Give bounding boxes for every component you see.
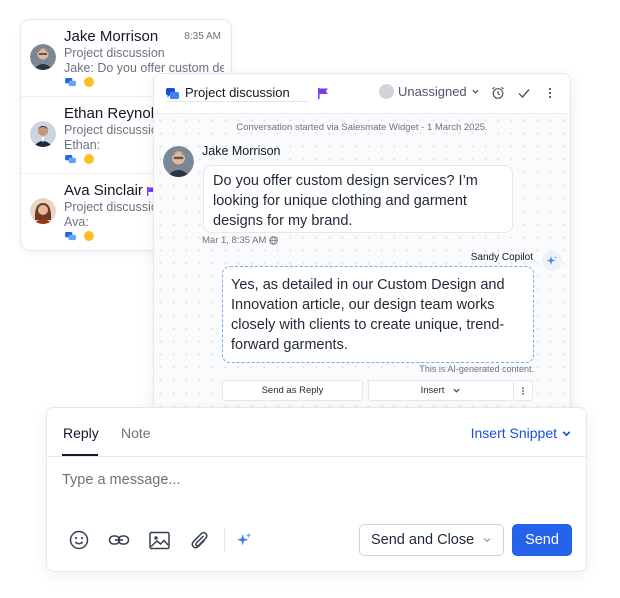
- send-as-reply-button[interactable]: Send as Reply: [222, 380, 363, 401]
- chat-icon: [166, 88, 179, 99]
- conversation-name: Ava Sinclair: [64, 182, 156, 199]
- assignee-dropdown[interactable]: Unassigned: [379, 84, 480, 99]
- title-underline: [166, 101, 309, 102]
- message-sender: Jake Morrison: [202, 144, 281, 158]
- emoji-icon: [84, 77, 94, 87]
- toolbar-divider: [224, 528, 225, 552]
- conversation-name: Jake Morrison: [64, 28, 159, 45]
- message-timestamp: Mar 1, 8:35 AM: [202, 235, 267, 246]
- chat-icon: [65, 231, 76, 240]
- incoming-message: Do you offer custom design services? I’m…: [203, 165, 513, 233]
- chevron-down-icon: [562, 430, 571, 436]
- chevron-down-icon: [472, 89, 479, 94]
- link-button[interactable]: [108, 529, 130, 551]
- avatar: [163, 146, 194, 177]
- ai-assist-button[interactable]: [233, 529, 255, 551]
- user-icon: [379, 84, 394, 99]
- send-and-close-label: Send and Close: [371, 532, 475, 548]
- ai-sparkle-icon: [542, 251, 562, 271]
- active-tab-indicator: [62, 454, 98, 456]
- ai-sparkle-icon: [237, 532, 252, 546]
- chevron-down-icon: [453, 388, 460, 393]
- tab-note[interactable]: Note: [121, 425, 151, 441]
- more-options-button[interactable]: [513, 380, 533, 401]
- message-input[interactable]: [62, 472, 542, 488]
- conversation-started-note: Conversation started via Salesmate Widge…: [236, 122, 488, 133]
- emoji-icon: [69, 530, 89, 550]
- composer-tabs: Reply Note Insert Snippet: [47, 408, 586, 457]
- check-icon[interactable]: [517, 86, 531, 100]
- ai-generated-note: This is AI-generated content.: [419, 364, 534, 374]
- emoji-icon: [84, 231, 94, 241]
- chat-title[interactable]: Project discussion: [185, 85, 290, 100]
- attachment-button[interactable]: [188, 529, 210, 551]
- insert-snippet-label: Insert Snippet: [470, 425, 557, 441]
- avatar: [30, 44, 56, 70]
- copilot-sender: Sandy Copilot: [470, 252, 533, 263]
- more-vertical-icon[interactable]: [543, 86, 557, 100]
- globe-icon: [269, 236, 279, 245]
- conversation-subject: Project discussion: [64, 123, 165, 137]
- chat-icon: [65, 77, 76, 86]
- conversation-subject: Project discussion: [64, 46, 165, 60]
- image-button[interactable]: [148, 529, 170, 551]
- emoji-button[interactable]: [68, 529, 90, 551]
- link-icon: [108, 535, 130, 545]
- send-and-close-button[interactable]: Send and Close: [359, 524, 504, 556]
- chat-body: Conversation started via Salesmate Widge…: [154, 114, 570, 422]
- send-button[interactable]: Send: [512, 524, 572, 556]
- chat-window: Project discussion Unassigned Conversati…: [153, 73, 571, 423]
- image-icon: [148, 531, 170, 549]
- insert-button[interactable]: Insert: [368, 380, 514, 401]
- tab-reply[interactable]: Reply: [63, 425, 99, 441]
- insert-label: Insert: [420, 385, 445, 396]
- send-as-reply-label: Send as Reply: [261, 385, 324, 396]
- alarm-clock-icon[interactable]: [491, 86, 505, 100]
- message-meta: Mar 1, 8:35 AM: [202, 235, 279, 246]
- avatar: [30, 121, 56, 147]
- conversation-time: 8:35 AM: [184, 31, 221, 42]
- assignee-label: Unassigned: [398, 84, 467, 99]
- emoji-icon: [84, 154, 94, 164]
- chat-header: Project discussion Unassigned: [154, 74, 570, 114]
- attachment-icon: [191, 531, 208, 549]
- more-vertical-icon: [522, 386, 524, 395]
- insert-snippet-dropdown[interactable]: Insert Snippet: [471, 425, 572, 441]
- ai-suggested-reply: Yes, as detailed in our Custom Design an…: [222, 266, 534, 363]
- chevron-down-icon: [483, 538, 491, 543]
- chat-icon: [65, 154, 76, 163]
- flag-icon[interactable]: [318, 88, 329, 99]
- conversation-subject: Project discussion: [64, 200, 165, 214]
- reply-composer: Reply Note Insert Snippet Send and Close…: [46, 407, 587, 572]
- avatar: [30, 198, 56, 224]
